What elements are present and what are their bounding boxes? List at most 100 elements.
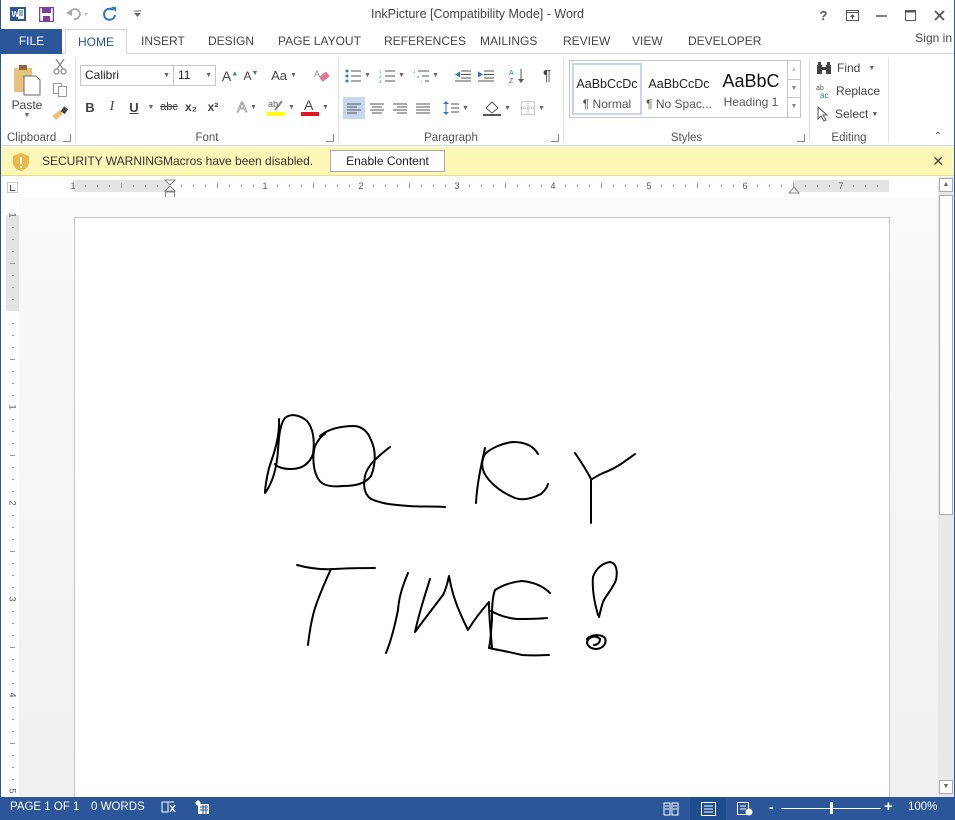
vertical-ruler[interactable]: 1 1 2 3 4 5 <box>6 212 19 800</box>
format-painter-icon <box>52 106 68 120</box>
word-count[interactable]: 0 WORDS <box>91 801 145 813</box>
clipboard-launcher-icon[interactable] <box>63 134 71 142</box>
document-page[interactable] <box>74 217 890 817</box>
styles-launcher-icon[interactable] <box>797 134 805 142</box>
show-formatting-marks-button[interactable]: ¶ <box>537 65 557 86</box>
underline-dropdown-icon[interactable]: ▼ <box>147 96 155 118</box>
font-size-combo[interactable]: 11 ▼ <box>173 65 216 86</box>
horizontal-ruler[interactable]: 1 1 2 3 4 5 6 7 <box>70 180 889 192</box>
first-line-indent-marker-icon[interactable] <box>164 179 176 199</box>
font-launcher-icon[interactable] <box>326 134 334 142</box>
styles-more-icon[interactable]: ▼ <box>788 98 800 117</box>
page-count[interactable]: PAGE 1 OF 1 <box>10 801 79 813</box>
font-color-button[interactable]: A ▼ <box>300 96 330 118</box>
tab-design[interactable]: DESIGN <box>196 29 266 54</box>
scrollbar-thumb[interactable] <box>939 195 953 515</box>
paste-dropdown-icon: ▼ <box>23 111 31 119</box>
style-normal[interactable]: AaBbCcDc ¶ Normal <box>572 63 642 115</box>
decrease-indent-button[interactable] <box>453 65 473 86</box>
paste-button[interactable]: Paste ▼ <box>7 58 47 124</box>
replace-button[interactable]: ab ac Replace <box>816 81 888 101</box>
minimize-button[interactable] <box>867 2 896 28</box>
ink-drawing[interactable] <box>75 218 891 818</box>
zoom-slider-thumb[interactable] <box>830 802 833 814</box>
sign-in-link[interactable]: Sign in <box>915 31 952 45</box>
scroll-down-icon[interactable]: ▼ <box>939 780 953 794</box>
italic-button[interactable]: I <box>104 96 120 118</box>
ruler-tick <box>685 185 686 187</box>
numbering-button[interactable]: 1 2 3 ▼ <box>377 65 407 86</box>
copy-button[interactable] <box>51 81 69 99</box>
align-right-button[interactable] <box>389 97 411 119</box>
ruler-tick <box>697 183 698 188</box>
tab-selector-button[interactable] <box>7 182 18 193</box>
tab-page-layout[interactable]: PAGE LAYOUT <box>266 29 373 54</box>
group-separator <box>888 58 889 142</box>
align-left-button[interactable] <box>343 97 365 119</box>
tab-home[interactable]: HOME <box>65 29 127 55</box>
group-label-styles: Styles <box>670 132 703 144</box>
justify-button[interactable] <box>412 97 434 119</box>
collapse-ribbon-icon[interactable]: ⌃ <box>931 130 945 142</box>
grow-font-button[interactable]: A▲ <box>221 65 239 86</box>
style-no-spacing[interactable]: AaBbCcDc ¶ No Spac... <box>644 63 714 115</box>
shading-button[interactable]: ▼ <box>481 97 513 119</box>
tab-view[interactable]: VIEW <box>620 29 675 54</box>
enable-content-button[interactable]: Enable Content <box>330 150 445 172</box>
tab-file[interactable]: FILE <box>1 29 62 54</box>
find-button[interactable]: Find ▼ <box>816 58 888 78</box>
subscript-button[interactable]: x₂ <box>182 96 200 118</box>
shrink-font-button[interactable]: A▼ <box>242 65 260 86</box>
ruler-tick <box>12 515 14 516</box>
borders-button[interactable]: ▼ <box>517 97 549 119</box>
zoom-level[interactable]: 100% <box>908 801 937 813</box>
help-button[interactable]: ? <box>809 2 838 28</box>
maximize-button[interactable] <box>896 2 925 28</box>
clear-formatting-button[interactable]: A <box>312 65 332 86</box>
print-layout-button[interactable] <box>690 797 726 820</box>
tab-developer[interactable]: DEVELOPER <box>676 29 773 54</box>
increase-indent-button[interactable] <box>476 65 496 86</box>
style-heading-1[interactable]: AaBbC Heading 1 <box>716 63 786 115</box>
tab-insert[interactable]: INSERT <box>129 29 197 54</box>
tab-references[interactable]: REFERENCES <box>372 29 478 54</box>
bold-button[interactable]: B <box>82 96 98 118</box>
align-right-icon <box>393 103 407 113</box>
tab-review[interactable]: REVIEW <box>551 29 622 54</box>
strikethrough-button[interactable]: abc <box>158 96 180 118</box>
scroll-up-icon[interactable]: ▲ <box>939 178 953 192</box>
sort-button[interactable]: AZ <box>507 65 527 86</box>
line-spacing-button[interactable]: ▼ <box>441 97 471 119</box>
read-mode-button[interactable] <box>653 797 689 820</box>
change-case-button[interactable]: Aa ▼ <box>269 65 299 86</box>
paragraph-launcher-icon[interactable] <box>551 134 559 142</box>
ribbon-display-options-button[interactable] <box>838 2 867 28</box>
right-indent-marker-icon[interactable] <box>788 185 800 194</box>
web-layout-button[interactable] <box>727 797 763 820</box>
chevron-down-icon: ▼ <box>504 104 511 112</box>
bullets-button[interactable]: ▼ <box>343 65 373 86</box>
underline-button[interactable]: U <box>126 96 142 118</box>
shading-icon <box>483 101 502 116</box>
highlight-color-button[interactable]: ab ▼ <box>266 96 296 118</box>
styles-scroll-up-icon[interactable]: ▲ <box>788 61 800 80</box>
macro-recording-icon[interactable] <box>195 800 209 817</box>
zoom-out-button[interactable]: - <box>769 799 774 815</box>
close-button[interactable] <box>925 2 954 28</box>
vertical-scrollbar[interactable]: ▲ ▼ <box>938 177 954 797</box>
svg-text:3: 3 <box>379 79 382 83</box>
styles-scroll-down-icon[interactable]: ▼ <box>788 80 800 99</box>
grow-font-icon: A▲ <box>221 67 239 84</box>
select-button[interactable]: Select ▼ <box>816 104 888 124</box>
proofing-icon[interactable] <box>161 800 177 817</box>
multilevel-list-button[interactable]: 1 a i ▼ <box>411 65 441 86</box>
text-effects-button[interactable]: A ▼ <box>234 96 260 118</box>
zoom-in-button[interactable]: + <box>884 798 893 815</box>
superscript-button[interactable]: x² <box>204 96 222 118</box>
close-warning-icon[interactable]: ✕ <box>932 153 944 170</box>
align-center-button[interactable] <box>366 97 388 119</box>
cut-button[interactable] <box>51 58 69 76</box>
format-painter-button[interactable] <box>51 104 69 122</box>
font-name-combo[interactable]: Calibri ▼ <box>80 65 174 86</box>
tab-mailings[interactable]: MAILINGS <box>468 29 549 54</box>
